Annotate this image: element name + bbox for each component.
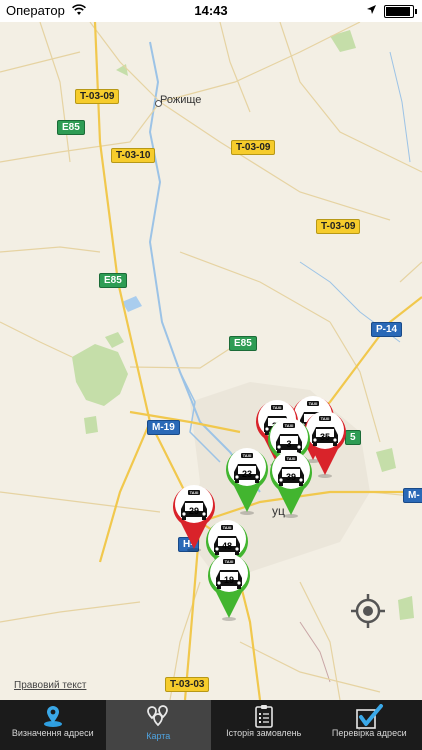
- svg-text:TAXI: TAXI: [243, 453, 252, 458]
- road-shield-t0310: T-03-10: [111, 148, 156, 163]
- tab-label: Визначення адреси: [11, 728, 94, 738]
- location-arrow-icon: [367, 5, 376, 14]
- svg-text:TAXI: TAXI: [225, 559, 234, 564]
- road-shield-t0309: T-03-09: [75, 89, 120, 104]
- tab-address-detection[interactable]: Визначення адреси: [0, 700, 106, 750]
- battery-icon: [384, 5, 417, 18]
- taxi-pin-marker: TAXI: [208, 554, 250, 621]
- status-time: 14:43: [194, 3, 228, 18]
- svg-text:TAXI: TAXI: [273, 405, 282, 410]
- road-shield-t0303: T-03-03: [165, 677, 210, 692]
- road-shield-e85: E85: [99, 273, 127, 288]
- taxi-pin[interactable]: TAXI 19: [204, 548, 254, 622]
- locate-me-icon[interactable]: [350, 593, 386, 629]
- road-shield-m19: M-19: [147, 420, 180, 435]
- tab-address-check[interactable]: Перевірка адреси: [317, 700, 422, 750]
- taxi-pin-number: 23: [241, 469, 252, 479]
- road-shield-m: M-: [403, 488, 422, 503]
- svg-text:TAXI: TAXI: [321, 416, 330, 421]
- taxi-pin-marker: TAXI: [226, 448, 268, 515]
- taxi-pin-number: 39: [285, 472, 296, 482]
- tab-label: Карта: [146, 731, 171, 741]
- taxi-pin-number: 19: [223, 575, 234, 585]
- road-shield-e85: E85: [229, 336, 257, 351]
- tab-label: Перевірка адреси: [331, 728, 407, 738]
- svg-text:TAXI: TAXI: [190, 490, 199, 495]
- status-bar: Оператор 14:43: [0, 0, 422, 22]
- taxi-pin[interactable]: TAXI 23: [222, 442, 272, 516]
- road-shield-p14: P-14: [371, 322, 403, 337]
- checkbox-icon: [356, 704, 384, 729]
- map-view[interactable]: Рожище уц T-03-09 E85 T-03-10 T-03-09 T-…: [0, 22, 422, 700]
- taxi-pin-marker: TAXI: [270, 451, 312, 518]
- tab-order-history[interactable]: Історія замовлень: [211, 700, 317, 750]
- tab-bar: Визначення адреси Карта Історія замовлен…: [0, 700, 422, 750]
- road-shield-t0309: T-03-09: [316, 219, 361, 234]
- map-pin-icon: [43, 706, 62, 727]
- legal-text-link[interactable]: Правовий текст: [14, 680, 86, 691]
- road-shield-t0309: T-03-09: [231, 140, 276, 155]
- town-label-rozhyshche: Рожище: [160, 94, 202, 106]
- multi-pin-icon: [147, 705, 169, 727]
- tab-map[interactable]: Карта: [105, 700, 211, 750]
- svg-text:TAXI: TAXI: [287, 456, 296, 461]
- checklist-icon: [254, 705, 273, 728]
- tab-label: Історія замовлень: [226, 728, 302, 738]
- svg-text:TAXI: TAXI: [285, 423, 294, 428]
- road-shield-e85: E85: [57, 120, 85, 135]
- taxi-pin[interactable]: TAXI 39: [266, 445, 316, 519]
- svg-text:TAXI: TAXI: [223, 525, 232, 530]
